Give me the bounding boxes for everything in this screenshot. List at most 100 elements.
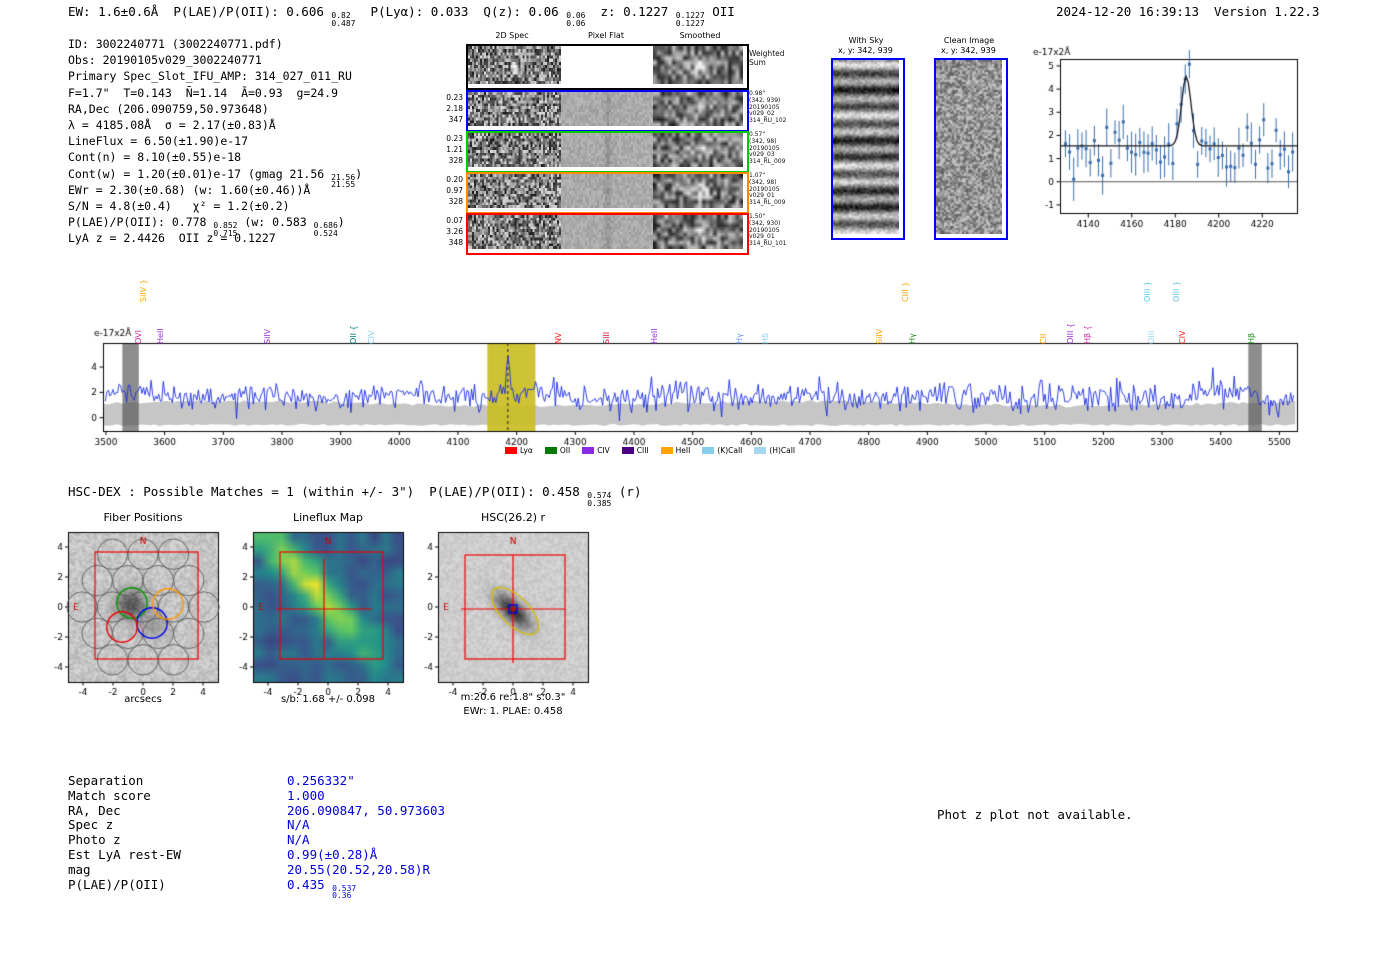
legend-label: (K)CaII [717, 446, 742, 455]
text-segment: LyA z = 2.4426 OII z = 0.1227 [68, 231, 276, 245]
text-segment: λ = 4185.08Å σ = 2.17(±0.83)Å [68, 118, 276, 132]
emission-line-label: Hβ [1247, 333, 1256, 344]
match-label: P(LAE)/P(OII) [68, 877, 166, 892]
text-segment: ) [355, 167, 362, 181]
smoothed-image [653, 133, 743, 167]
match-label: Match score [68, 788, 151, 803]
pixelflat-image [561, 133, 653, 167]
full-spectrum-plot [80, 325, 1305, 460]
legend-label: Lyα [520, 446, 533, 455]
spec2d-row-stats: 0.073.26348 [437, 215, 463, 248]
text-segment: P(Lyα): 0.033 Q(z): 0.06 [356, 4, 567, 19]
spec2d-row-info: 1.07"(342, 98)20190105v029_01314_RL_009 [749, 173, 785, 207]
text-segment: z: 0.1227 [585, 4, 675, 19]
match-label: Spec z [68, 817, 113, 832]
fiber-xlabel: arcsecs [124, 694, 162, 705]
text-segment: S/N = 4.8(±0.4) χ² = 1.2(±0.2) [68, 199, 290, 213]
legend-swatch [754, 447, 766, 454]
match-row: Separation0.256332" [68, 773, 143, 788]
smoothed-image [653, 92, 743, 126]
info-line: EWr = 2.30(±0.68) (w: 1.60(±0.46))Å [68, 183, 362, 199]
match-row: P(LAE)/P(OII)0.435 0.5370.36 [68, 877, 166, 892]
legend-label: HeII [676, 446, 691, 455]
match-row: RA, Dec206.090847, 50.973603 [68, 803, 121, 818]
spec2d-row-info: 0.98"(342, 939)20190105v029_02314_RU_102 [749, 91, 786, 125]
emission-line-label: OIII { [1066, 323, 1075, 344]
spec2d-col-header-2dspec: 2D Spec [495, 31, 528, 40]
uncertainty-stack: 0.12270.1227 [676, 12, 705, 27]
match-value: 0.99(±0.28)Å [287, 847, 377, 862]
legend-label: OII [560, 446, 570, 455]
legend-swatch [702, 447, 714, 454]
text-segment: (r) [611, 484, 641, 499]
match-row: Est LyA rest-EW0.99(±0.28)Å [68, 847, 181, 862]
legend-swatch [582, 447, 594, 454]
withsky-image [833, 60, 899, 234]
legend-item: CIII [622, 446, 649, 455]
spec2d-row [466, 131, 749, 173]
hsc-morphology-stat: m:20.6 re:1.8" s:0.3" [461, 692, 566, 703]
lineflux-map-title: Lineflux Map [293, 511, 363, 524]
text-segment: ID: 3002240771 (3002240771.pdf) [68, 37, 283, 51]
fiber-positions-title: Fiber Positions [104, 511, 183, 524]
emission-line-label: CIII } [901, 282, 910, 302]
legend-swatch [505, 447, 517, 454]
match-label: Separation [68, 773, 143, 788]
info-line: λ = 4185.08Å σ = 2.17(±0.83)Å [68, 118, 362, 134]
spec2d-row [466, 90, 749, 132]
lineflux-stat: s/b: 1.68 +/- 0.098 [281, 694, 375, 705]
legend-label: CIV [597, 446, 610, 455]
match-value: N/A [287, 817, 310, 832]
spec2d-col-header-pixelflat: Pixel Flat [588, 31, 624, 40]
hsc-plae-stat: EWr: 1. PLAE: 0.458 [463, 706, 562, 717]
emission-line-label: OII { [349, 325, 358, 344]
legend-item: (K)CaII [702, 446, 742, 455]
clean-image-frame [934, 58, 1008, 240]
emission-line-label: OIII } [1143, 281, 1152, 302]
emission-line-label: CII [1039, 334, 1048, 344]
clean-image-coords: x, y: 342, 939 [941, 46, 996, 55]
info-line: S/N = 4.8(±0.4) χ² = 1.2(±0.2) [68, 199, 362, 215]
emission-line-label: OIII [1147, 331, 1156, 344]
legend-item: (H)CaII [754, 446, 795, 455]
text-segment: F=1.7" T=0.143 N̄=1.14 Ā=0.93 g=24.9 [68, 86, 338, 100]
emission-line-label: OVI [134, 330, 143, 344]
text-segment: EW: 1.6±0.6Å P(LAE)/P(OII): 0.606 [68, 4, 331, 19]
hsc-dex-summary: HSC-DEX : Possible Matches = 1 (within +… [68, 484, 641, 507]
match-value: N/A [287, 832, 310, 847]
emission-line-label: HeII [650, 328, 659, 344]
spec2d-row [466, 213, 749, 255]
match-label: Est LyA rest-EW [68, 847, 181, 862]
info-line: Primary Spec_Slot_IFU_AMP: 314_027_011_R… [68, 69, 362, 85]
text-segment: P(LAE)/P(OII): 0.778 [68, 215, 213, 229]
uncertainty-stack: 0.6860.524 [314, 222, 338, 237]
text-segment: LineFlux = 6.50(±1.90)e-17 [68, 134, 248, 148]
clean-image [936, 60, 1002, 234]
spectrum-legend: Lyα OII CIV CIII HeII (K)CaII (H)CaII [505, 446, 795, 455]
info-line: ID: 3002240771 (3002240771.pdf) [68, 37, 362, 53]
spec2d-row [466, 44, 749, 90]
lineflux-map-plot [225, 525, 407, 695]
smoothed-image [653, 46, 743, 84]
legend-item: Lyα [505, 446, 533, 455]
info-line: Cont(n) = 8.10(±0.55)e-18 [68, 150, 362, 166]
match-value: 0.435 0.5370.36 [287, 877, 356, 900]
spec2d-row [466, 172, 749, 214]
legend-swatch [545, 447, 557, 454]
hsc-cutout-title: HSC(26.2) r [481, 511, 545, 524]
text-segment: OII [705, 4, 735, 19]
emission-line-label: HeII [156, 328, 165, 344]
text-segment: EWr = 2.30(±0.68) (w: 1.60(±0.46))Å [68, 183, 310, 197]
header-summary: EW: 1.6±0.6Å P(LAE)/P(OII): 0.606 0.820.… [68, 4, 735, 27]
text-segment: HSC-DEX : Possible Matches = 1 (within +… [68, 484, 587, 499]
elixer-report: EW: 1.6±0.6Å P(LAE)/P(OII): 0.606 0.820.… [0, 0, 1400, 953]
spec2d-row-stats: 0.200.97328 [437, 174, 463, 207]
text-segment: ) [338, 215, 345, 229]
match-row: Photo zN/A [68, 832, 121, 847]
spec2d-col-header-smoothed: Smoothed [680, 31, 721, 40]
spec2d-row-stats: 0.232.18347 [437, 92, 463, 125]
spec2d-row-info: 1.50"(342, 930)20190105v029_01314_RU_101 [749, 214, 786, 248]
match-value: 206.090847, 50.973603 [287, 803, 445, 818]
pixelflat-image [561, 174, 653, 208]
pixelflat-image [561, 92, 653, 126]
